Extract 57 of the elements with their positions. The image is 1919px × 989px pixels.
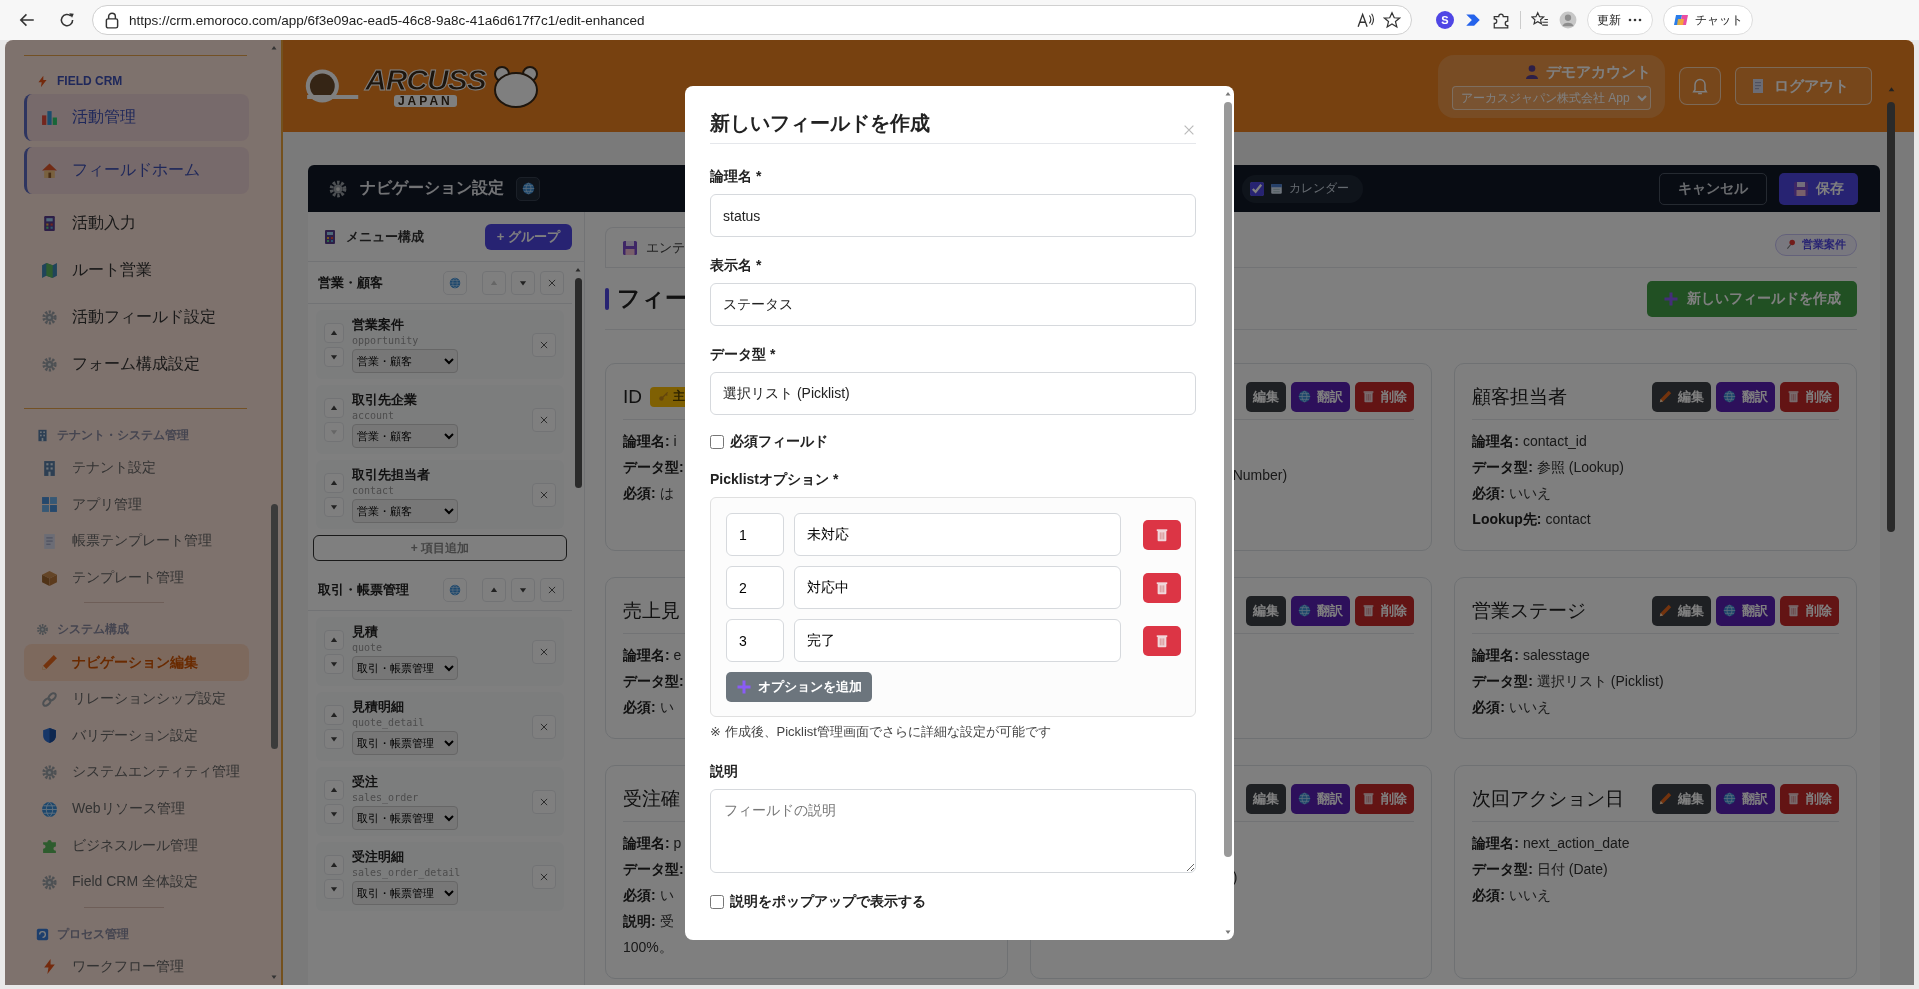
section-title: テナント・システム管理	[57, 427, 189, 444]
card-title: 受注確	[623, 786, 680, 811]
field-detail: Lookup先: contact	[1472, 510, 1591, 529]
menu-item-label: 受注	[352, 773, 379, 791]
section-title: システム構成	[57, 621, 129, 639]
field-detail: Number)	[1232, 466, 1288, 485]
menu-item-label: 営業案件	[352, 316, 405, 334]
page-title: ナビゲーション設定	[360, 178, 504, 198]
field-detail: 論理名: p	[623, 834, 682, 853]
url-text: https://crm.emoroco.com/app/6f3e09ac-ead5-46c8-9a8c-41a6d617f7c1/edit-enhanced	[129, 12, 646, 28]
group-name: 取引・帳票管理	[318, 580, 410, 599]
menu-item-label: 受注明細	[352, 848, 405, 866]
checkbox-label: 説明をポップアップで表示する	[730, 893, 926, 911]
section-title: FIELD CRM	[57, 74, 123, 88]
field-label: 論理名 *	[710, 168, 763, 186]
card-title: 次回アクション日	[1472, 786, 1625, 811]
field-label: 説明	[710, 763, 739, 781]
card-title: 売上見	[623, 598, 680, 623]
card-title: 顧客担当者	[1472, 384, 1568, 409]
field-detail: 論理名: contact_id	[1472, 432, 1587, 451]
field-detail: 必須: いいえ	[1472, 484, 1551, 503]
field-detail: 100%。	[623, 938, 673, 957]
field-detail: データ型:	[623, 860, 684, 879]
card-title: ID	[623, 385, 642, 408]
field-detail: 論理名: next_action_date	[1472, 834, 1630, 853]
group-name: 営業・顧客	[318, 273, 384, 292]
field-detail: 論理名: salesstage	[1472, 646, 1590, 665]
field-detail: 必須: いいえ	[1472, 886, 1551, 905]
panel-title: メニュー構成	[346, 227, 424, 246]
menu-item-label: 取引先担当者	[352, 466, 431, 484]
menu-item-label: 見積	[352, 623, 379, 641]
field-detail: データ型:	[623, 672, 684, 691]
field-detail: データ型: 選択リスト (Picklist)	[1472, 672, 1664, 691]
field-detail: 説明: 受	[623, 912, 674, 931]
menu-item-label: 見積明細	[352, 698, 405, 716]
menu-item-label: 取引先企業	[352, 391, 418, 409]
modal-title: 新しいフィールドを作成	[710, 111, 930, 136]
chip-label: カレンダー	[1289, 180, 1349, 197]
field-detail: データ型: 参照 (Lookup)	[1472, 458, 1625, 477]
field-detail: 論理名: i	[623, 432, 677, 451]
checkbox-label: 必須フィールド	[730, 433, 828, 451]
entity-badge-label: 営業案件	[1802, 237, 1846, 252]
field-detail: 必須: は	[623, 484, 674, 503]
logo-subtext: JAPAN	[393, 95, 457, 107]
field-label: Picklistオプション *	[710, 471, 840, 489]
field-detail: データ型:	[623, 458, 684, 477]
logo-text: ARCUSS	[365, 65, 486, 95]
field-label: データ型 *	[710, 346, 777, 364]
field-detail: 論理名: e	[623, 646, 682, 665]
field-detail: 必須: い	[623, 698, 674, 717]
section-title: プロセス管理	[57, 925, 129, 943]
card-title: 営業ステージ	[1472, 598, 1587, 623]
field-detail: 必須: い	[623, 886, 674, 905]
help-text: ※ 作成後、Picklist管理画面でさらに詳細な設定が可能です	[710, 723, 1052, 741]
field-detail: 必須: いいえ	[1472, 698, 1551, 717]
account-name: デモアカウント	[1546, 62, 1651, 82]
field-detail: データ型: 日付 (Date)	[1472, 860, 1608, 879]
